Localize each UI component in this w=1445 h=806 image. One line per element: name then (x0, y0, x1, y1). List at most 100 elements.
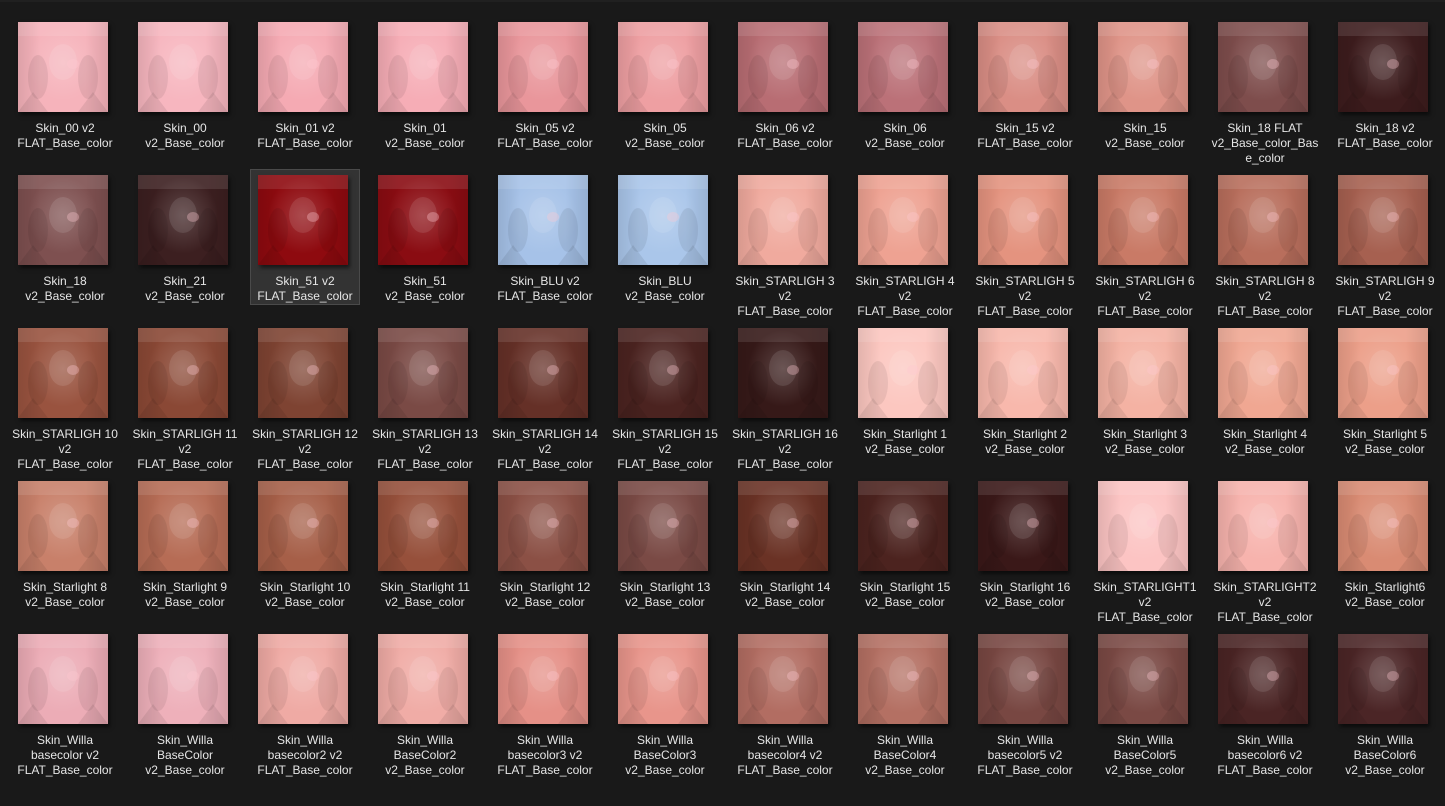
texture-pattern-icon (258, 328, 348, 418)
file-item[interactable]: Skin_Starlight 11 v2_Base_color (370, 475, 480, 611)
file-item[interactable]: Skin_Starlight 16 v2_Base_color (970, 475, 1080, 611)
file-item[interactable]: Skin_STARLIGH 9 v2 FLAT_Base_color (1330, 169, 1440, 318)
file-name-label: Skin_BLU v2_Base_color (625, 274, 705, 303)
file-name-label: Skin_STARLIGH 6 v2 FLAT_Base_color (1095, 274, 1195, 318)
file-item[interactable]: Skin_21 v2_Base_color (130, 169, 240, 305)
file-name-label: Skin_18 v2 FLAT_Base_color (1337, 121, 1433, 150)
file-item[interactable]: Skin_15 v2_Base_color (1090, 16, 1200, 152)
file-item[interactable]: Skin_Willa BaseColor v2_Base_color (130, 628, 240, 777)
file-item[interactable]: Skin_Willa BaseColor4 v2_Base_color (850, 628, 960, 777)
file-item[interactable]: Skin_Starlight 10 v2_Base_color (250, 475, 360, 611)
texture-thumbnail (978, 22, 1068, 112)
file-item[interactable]: Skin_STARLIGH 3 v2 FLAT_Base_color (730, 169, 840, 318)
texture-pattern-icon (498, 22, 588, 112)
file-item[interactable]: Skin_Starlight 14 v2_Base_color (730, 475, 840, 611)
file-item[interactable]: Skin_STARLIGH 6 v2 FLAT_Base_color (1090, 169, 1200, 318)
file-item[interactable]: Skin_STARLIGH 8 v2 FLAT_Base_color (1210, 169, 1320, 318)
file-item[interactable]: Skin_Starlight 15 v2_Base_color (850, 475, 960, 611)
file-item[interactable]: Skin_18 v2_Base_color (10, 169, 120, 305)
file-item[interactable]: Skin_Starlight 9 v2_Base_color (130, 475, 240, 611)
file-item[interactable]: Skin_06 v2 FLAT_Base_color (730, 16, 840, 152)
texture-pattern-icon (1098, 22, 1188, 112)
file-item[interactable]: Skin_Willa basecolor5 v2 FLAT_Base_color (970, 628, 1080, 777)
texture-thumbnail (258, 175, 348, 265)
file-item[interactable]: Skin_51 v2_Base_color (370, 169, 480, 305)
texture-pattern-icon (258, 22, 348, 112)
file-item[interactable]: Skin_STARLIGH 14 v2 FLAT_Base_color (490, 322, 600, 471)
file-item[interactable]: Skin_Starlight6 v2_Base_color (1330, 475, 1440, 611)
file-name-label: Skin_51 v2 FLAT_Base_color (257, 274, 353, 303)
file-item[interactable]: Skin_Starlight 12 v2_Base_color (490, 475, 600, 611)
texture-thumbnail (1218, 328, 1308, 418)
file-item[interactable]: Skin_Starlight 5 v2_Base_color (1330, 322, 1440, 458)
texture-pattern-icon (1098, 175, 1188, 265)
texture-thumbnail (738, 175, 828, 265)
texture-thumbnail (18, 22, 108, 112)
file-item[interactable]: Skin_STARLIGHT2 v2 FLAT_Base_color (1210, 475, 1320, 624)
file-item[interactable]: Skin_Starlight 13 v2_Base_color (610, 475, 720, 611)
file-item[interactable]: Skin_STARLIGHT1 v2 FLAT_Base_color (1090, 475, 1200, 624)
file-name-label: Skin_STARLIGHT2 v2 FLAT_Base_color (1213, 580, 1317, 624)
file-name-label: Skin_Starlight6 v2_Base_color (1344, 580, 1426, 609)
texture-pattern-icon (1098, 481, 1188, 571)
file-item[interactable]: Skin_Willa basecolor3 v2 FLAT_Base_color (490, 628, 600, 777)
file-item[interactable]: Skin_Willa basecolor6 v2 FLAT_Base_color (1210, 628, 1320, 777)
file-item[interactable]: Skin_BLU v2 FLAT_Base_color (490, 169, 600, 305)
texture-pattern-icon (18, 22, 108, 112)
file-item[interactable]: Skin_STARLIGH 10 v2 FLAT_Base_color (10, 322, 120, 471)
file-name-label: Skin_Willa basecolor v2 FLAT_Base_color (17, 733, 113, 777)
texture-thumbnail (258, 328, 348, 418)
texture-thumbnail (258, 481, 348, 571)
file-item[interactable]: Skin_STARLIGH 4 v2 FLAT_Base_color (850, 169, 960, 318)
texture-pattern-icon (1338, 634, 1428, 724)
file-item[interactable]: Skin_STARLIGH 5 v2 FLAT_Base_color (970, 169, 1080, 318)
file-item[interactable]: Skin_15 v2 FLAT_Base_color (970, 16, 1080, 152)
file-item[interactable]: Skin_STARLIGH 12 v2 FLAT_Base_color (250, 322, 360, 471)
file-item[interactable]: Skin_18 v2 FLAT_Base_color (1330, 16, 1440, 152)
file-item[interactable]: Skin_05 v2_Base_color (610, 16, 720, 152)
file-item[interactable]: Skin_STARLIGH 16 v2 FLAT_Base_color (730, 322, 840, 471)
texture-pattern-icon (1098, 328, 1188, 418)
file-item[interactable]: Skin_00 v2 FLAT_Base_color (10, 16, 120, 152)
texture-pattern-icon (618, 22, 708, 112)
texture-pattern-icon (1218, 22, 1308, 112)
texture-pattern-icon (858, 175, 948, 265)
file-item[interactable]: Skin_00 v2_Base_color (130, 16, 240, 152)
texture-thumbnail (378, 634, 468, 724)
file-item[interactable]: Skin_Willa basecolor4 v2 FLAT_Base_color (730, 628, 840, 777)
texture-pattern-icon (378, 481, 468, 571)
texture-pattern-icon (498, 328, 588, 418)
texture-thumbnail (1218, 481, 1308, 571)
file-item[interactable]: Skin_18 FLAT v2_Base_color_Bas e_color (1210, 16, 1320, 165)
file-item[interactable]: Skin_BLU v2_Base_color (610, 169, 720, 305)
file-name-label: Skin_STARLIGH 5 v2 FLAT_Base_color (975, 274, 1075, 318)
texture-thumbnail (618, 175, 708, 265)
file-item[interactable]: Skin_05 v2 FLAT_Base_color (490, 16, 600, 152)
file-name-label: Skin_STARLIGH 14 v2 FLAT_Base_color (492, 427, 598, 471)
file-item[interactable]: Skin_Starlight 8 v2_Base_color (10, 475, 120, 611)
file-name-label: Skin_06 v2_Base_color (865, 121, 945, 150)
texture-thumbnail (1098, 481, 1188, 571)
file-item[interactable]: Skin_STARLIGH 15 v2 FLAT_Base_color (610, 322, 720, 471)
file-item[interactable]: Skin_Starlight 4 v2_Base_color (1210, 322, 1320, 458)
file-item[interactable]: Skin_Starlight 3 v2_Base_color (1090, 322, 1200, 458)
texture-thumbnail (1338, 175, 1428, 265)
file-name-label: Skin_Starlight 12 v2_Base_color (499, 580, 591, 609)
file-item[interactable]: Skin_Willa BaseColor2 v2_Base_color (370, 628, 480, 777)
file-item[interactable]: Skin_Willa basecolor2 v2 FLAT_Base_color (250, 628, 360, 777)
file-item[interactable]: Skin_Starlight 1 v2_Base_color (850, 322, 960, 458)
texture-thumbnail (378, 328, 468, 418)
file-item[interactable]: Skin_51 v2 FLAT_Base_color (250, 169, 360, 305)
file-item[interactable]: Skin_01 v2_Base_color (370, 16, 480, 152)
texture-pattern-icon (978, 175, 1068, 265)
file-item[interactable]: Skin_STARLIGH 13 v2 FLAT_Base_color (370, 322, 480, 471)
file-item[interactable]: Skin_Starlight 2 v2_Base_color (970, 322, 1080, 458)
file-item[interactable]: Skin_06 v2_Base_color (850, 16, 960, 152)
file-item[interactable]: Skin_Willa BaseColor6 v2_Base_color (1330, 628, 1440, 777)
file-item[interactable]: Skin_STARLIGH 11 v2 FLAT_Base_color (130, 322, 240, 471)
file-item[interactable]: Skin_Willa basecolor v2 FLAT_Base_color (10, 628, 120, 777)
file-item[interactable]: Skin_01 v2 FLAT_Base_color (250, 16, 360, 152)
file-item[interactable]: Skin_Willa BaseColor5 v2_Base_color (1090, 628, 1200, 777)
file-item[interactable]: Skin_Willa BaseColor3 v2_Base_color (610, 628, 720, 777)
texture-thumbnail (1098, 175, 1188, 265)
